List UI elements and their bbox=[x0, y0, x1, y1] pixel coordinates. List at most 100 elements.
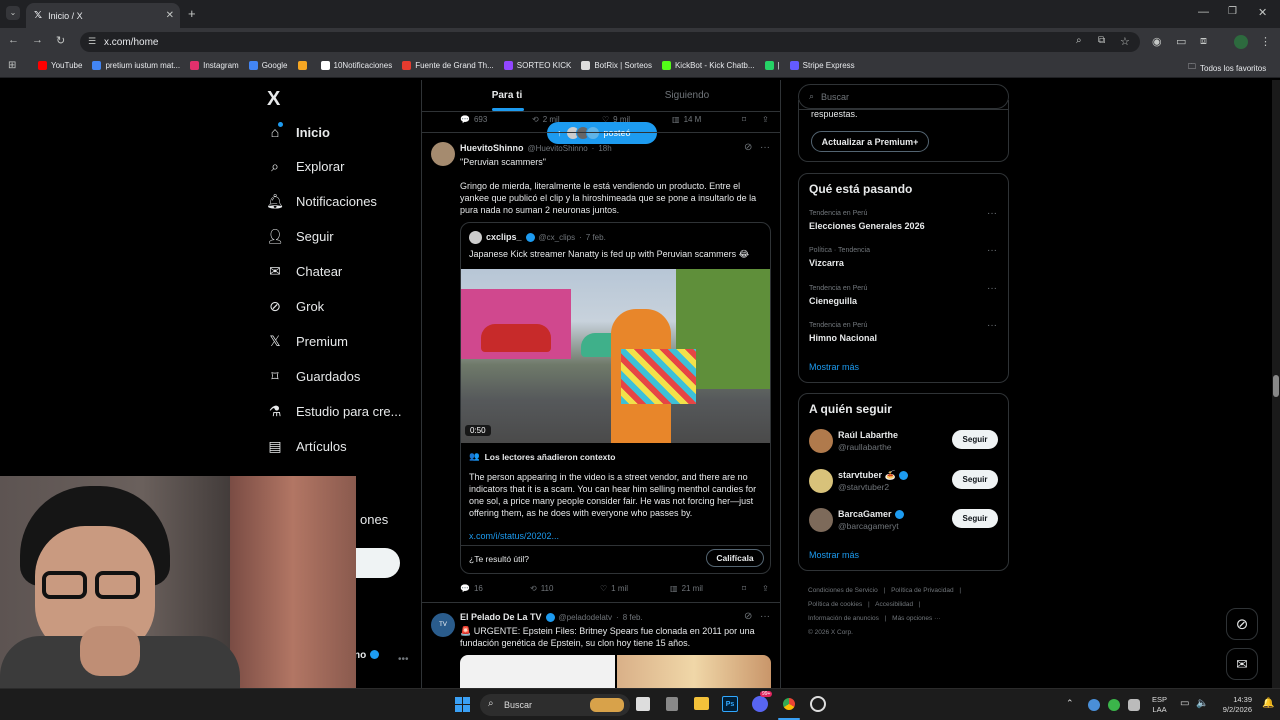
nav-item[interactable]: ⊘ Grok bbox=[267, 298, 324, 315]
bookmark-item[interactable]: 10Notificaciones bbox=[320, 61, 392, 70]
trend-name[interactable]: Cieneguilla bbox=[809, 296, 857, 306]
nav-item[interactable]: ▤ Artículos bbox=[267, 438, 346, 454]
more-icon[interactable]: ··· bbox=[760, 142, 770, 153]
footer-link[interactable]: Más opciones ··· bbox=[892, 615, 940, 622]
quoted-post[interactable]: cxclips_ @cx_clips · 7 feb. Japanese Kic… bbox=[460, 222, 771, 574]
bookmark-item[interactable]: Stripe Express bbox=[789, 61, 855, 70]
author-handle[interactable]: @peladodelatv bbox=[559, 613, 613, 622]
new-posts-pill[interactable]: ↑ posteó bbox=[547, 122, 657, 144]
forward-icon[interactable]: → bbox=[32, 34, 43, 46]
tab-search-icon[interactable]: ⌄ bbox=[6, 6, 20, 20]
menu-icon[interactable]: ⋮ bbox=[1260, 35, 1271, 48]
trend-more-icon[interactable]: ··· bbox=[987, 283, 997, 294]
install-icon[interactable]: ⧉ bbox=[1098, 35, 1105, 46]
more-nav-partial[interactable]: ones bbox=[360, 512, 388, 527]
bookmark-icon[interactable]: ⌑ bbox=[742, 115, 746, 124]
bookmark-item[interactable]: | bbox=[764, 61, 780, 70]
scrollbar-thumb[interactable] bbox=[1273, 375, 1279, 397]
bookmark-item[interactable] bbox=[297, 61, 311, 70]
footer-link[interactable]: Accesibilidad bbox=[875, 601, 913, 608]
messages-float-icon[interactable]: ✉ bbox=[1226, 648, 1258, 680]
bookmark-icon[interactable]: ⌑ bbox=[742, 584, 746, 593]
bookmark-item[interactable]: Instagram bbox=[190, 61, 239, 70]
profile-more-icon[interactable]: ••• bbox=[398, 654, 409, 665]
star-icon[interactable]: ☆ bbox=[1120, 35, 1130, 48]
nav-item[interactable]: ⌕ Explorar bbox=[267, 158, 344, 175]
nav-item[interactable]: 𝕏 Premium bbox=[267, 333, 348, 349]
follow-button[interactable]: Seguir bbox=[952, 469, 998, 489]
media-icon[interactable]: ▭ bbox=[1176, 35, 1186, 48]
prev-replies[interactable]: 💬 693 bbox=[460, 115, 487, 124]
share-icon[interactable]: ⇪ bbox=[762, 584, 769, 593]
follow-name-row[interactable]: Raúl Labarthe bbox=[838, 430, 898, 440]
reposts[interactable]: ⟲ 110 bbox=[530, 584, 553, 593]
all-favorites[interactable]: 🗀 Todos los favoritos bbox=[1188, 61, 1266, 75]
photoshop-icon[interactable]: Ps bbox=[722, 696, 738, 712]
extension-icon[interactable]: ◉ bbox=[1152, 35, 1162, 48]
tab-siguiendo[interactable]: Siguiendo bbox=[657, 90, 717, 101]
trend-name[interactable]: Vizcarra bbox=[809, 258, 844, 268]
bookmark-item[interactable]: Fuente de Grand Th... bbox=[402, 61, 494, 70]
grok-icon[interactable]: ⊘ bbox=[744, 142, 752, 153]
bookmark-item[interactable]: YouTube bbox=[38, 61, 82, 70]
nav-item[interactable]: ⚗ Estudio para cre... bbox=[267, 403, 402, 419]
active-tab[interactable]: 𝕏 Inicio / X ✕ bbox=[26, 3, 180, 28]
avatar[interactable] bbox=[431, 142, 455, 166]
trend-more-icon[interactable]: ··· bbox=[987, 245, 997, 256]
address-bar[interactable]: ☰ x.com/home ⌕ ⧉ ☆ bbox=[80, 32, 1140, 52]
bookmark-item[interactable]: Google bbox=[248, 61, 288, 70]
tray-icon[interactable] bbox=[1128, 699, 1140, 711]
clock[interactable]: 14:39 9/2/2026 bbox=[1216, 695, 1252, 715]
video-thumbnail[interactable]: 0:50 bbox=[461, 269, 770, 443]
follow-name-row[interactable]: BarcaGamer bbox=[838, 509, 904, 519]
nav-item[interactable]: ⌂ Inicio bbox=[267, 122, 330, 140]
avatar[interactable] bbox=[809, 468, 833, 493]
language-indicator[interactable]: ESP LAA bbox=[1152, 695, 1167, 715]
follow-button[interactable]: Seguir bbox=[952, 509, 998, 528]
trend-name[interactable]: Elecciones Generales 2026 bbox=[809, 221, 925, 231]
minimize-icon[interactable]: — bbox=[1198, 6, 1209, 18]
nav-item[interactable]: ⌑ Guardados bbox=[267, 368, 360, 384]
x-logo[interactable]: X bbox=[267, 88, 280, 111]
close-window-icon[interactable]: ✕ bbox=[1258, 6, 1267, 19]
restore-icon[interactable]: ❐ bbox=[1228, 6, 1237, 17]
avatar[interactable] bbox=[809, 508, 833, 532]
author-handle[interactable]: @HuevitoShinno bbox=[528, 144, 588, 153]
discord-icon[interactable]: 99+ bbox=[752, 691, 773, 712]
nav-item[interactable]: 🔔︎ Notificaciones bbox=[266, 193, 377, 210]
grok-float-icon[interactable]: ⊘ bbox=[1226, 608, 1258, 640]
nav-item[interactable]: 👤︎ Seguir bbox=[266, 228, 333, 245]
chrome-icon[interactable] bbox=[781, 696, 797, 712]
profile-avatar[interactable] bbox=[1234, 35, 1248, 49]
follow-button[interactable]: Seguir bbox=[952, 430, 998, 449]
windows-start-icon[interactable] bbox=[455, 697, 470, 712]
likes[interactable]: ♡ 1 mil bbox=[600, 584, 628, 593]
footer-link[interactable]: Condiciones de Servicio bbox=[808, 587, 878, 594]
bookmark-item[interactable]: KickBot - Kick Chatb... bbox=[661, 61, 755, 70]
follow-show-more[interactable]: Mostrar más bbox=[809, 550, 859, 560]
app-icon[interactable] bbox=[666, 697, 678, 711]
tab-para-ti[interactable]: Para ti bbox=[482, 90, 532, 101]
site-info-icon[interactable]: ☰ bbox=[88, 36, 96, 47]
extensions-puzzle-icon[interactable]: ⧈ bbox=[1200, 35, 1207, 48]
bookmark-item[interactable]: SORTEO KICK bbox=[503, 61, 571, 70]
author-name[interactable]: El Pelado De La TV bbox=[460, 612, 542, 622]
back-icon[interactable]: ← bbox=[8, 34, 19, 46]
scrollbar[interactable] bbox=[1272, 80, 1280, 688]
app-icon[interactable] bbox=[810, 696, 826, 712]
taskbar-search[interactable]: ⌕ Buscar bbox=[480, 694, 630, 716]
share-icon[interactable]: ⇪ bbox=[762, 115, 769, 124]
footer-link[interactable]: Información de anuncios bbox=[808, 615, 879, 622]
reload-icon[interactable]: ↻ bbox=[56, 34, 65, 47]
premium-button[interactable]: Actualizar a Premium+ bbox=[811, 131, 929, 152]
display-icon[interactable]: ▭ bbox=[1180, 698, 1189, 709]
post-time[interactable]: 18h bbox=[598, 144, 611, 153]
bookmark-item[interactable]: BotRix | Sorteos bbox=[581, 61, 652, 70]
volume-icon[interactable]: 🔈 bbox=[1196, 698, 1208, 709]
new-tab-button[interactable]: + bbox=[188, 6, 196, 21]
replies[interactable]: 💬 16 bbox=[460, 584, 483, 593]
bookmark-item[interactable]: pretium iustum mat... bbox=[92, 61, 180, 70]
file-explorer-icon[interactable] bbox=[694, 697, 709, 710]
close-tab-icon[interactable]: ✕ bbox=[166, 10, 174, 21]
tray-icon[interactable] bbox=[1088, 699, 1100, 711]
